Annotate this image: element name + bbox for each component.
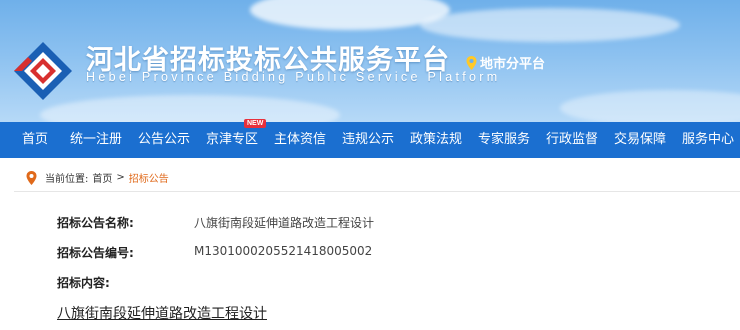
breadcrumb: 当前位置: 首页 > 招标公告 — [26, 170, 169, 185]
nav-item-service-center[interactable]: 服务中心 — [682, 122, 734, 158]
platform-logo[interactable] — [12, 40, 74, 102]
nav-item-supervision[interactable]: 行政监督 — [546, 122, 598, 158]
location-pin-icon — [26, 170, 37, 185]
nav-item-jingjin-zone[interactable]: 京津专区 NEW — [206, 119, 267, 158]
cloud-decoration — [420, 8, 680, 42]
nav-item-announcements[interactable]: 公告公示 — [138, 122, 190, 158]
new-badge: NEW — [244, 119, 267, 128]
notice-content-label: 招标内容: — [57, 276, 110, 290]
nav-item-guarantee[interactable]: 交易保障 — [614, 122, 666, 158]
notice-code-label: 招标公告编号: — [57, 246, 134, 260]
notice-content-title: 八旗街南段延伸道路改造工程设计 — [57, 306, 267, 322]
site-subtitle: Hebei Province Bidding Public Service Pl… — [86, 70, 501, 84]
notice-name-label: 招标公告名称: — [57, 216, 134, 230]
nav-item-label: 专家服务 — [478, 132, 531, 147]
nav-item-label: 统一注册 — [70, 132, 123, 147]
breadcrumb-home[interactable]: 首页 — [92, 170, 112, 185]
nav-item-label: 公告公示 — [138, 132, 191, 147]
nav-item-label: 政策法规 — [410, 132, 463, 147]
nav-item-label: 主体资信 — [274, 132, 327, 147]
cloud-decoration — [560, 90, 740, 122]
nav-item-label: 交易保障 — [614, 132, 667, 147]
breadcrumb-separator: > — [116, 172, 125, 183]
city-platform-link[interactable]: 地市分平台 — [466, 53, 545, 72]
nav-item-experts[interactable]: 专家服务 — [478, 122, 530, 158]
nav-item-label: 服务中心 — [682, 132, 735, 147]
header-banner: 河北省招标投标公共服务平台 Hebei Province Bidding Pub… — [0, 0, 740, 122]
nav-item-home[interactable]: 首页 — [22, 122, 48, 158]
notice-name-value: 八旗街南段延伸道路改造工程设计 — [194, 216, 375, 230]
nav-item-label: 首页 — [22, 132, 49, 147]
nav-item-credit[interactable]: 主体资信 — [274, 122, 326, 158]
notice-code-value: M1301000205521418005002 — [194, 244, 373, 258]
nav-item-register[interactable]: 统一注册 — [70, 122, 122, 158]
breadcrumb-current[interactable]: 招标公告 — [129, 170, 169, 185]
main-nav: 首页 统一注册 公告公示 京津专区 NEW 主体资信 违规公示 政策法规 专家服… — [0, 119, 740, 158]
nav-item-label: 京津专区 — [206, 132, 259, 147]
nav-item-label: 违规公示 — [342, 132, 395, 147]
city-platform-label: 地市分平台 — [480, 57, 546, 72]
nav-item-policy[interactable]: 政策法规 — [410, 122, 462, 158]
cloud-decoration — [40, 95, 340, 122]
breadcrumb-divider — [14, 191, 740, 192]
nav-item-violations[interactable]: 违规公示 — [342, 122, 394, 158]
nav-item-label: 行政监督 — [546, 132, 599, 147]
breadcrumb-prefix: 当前位置: — [45, 174, 89, 185]
location-pin-icon — [466, 55, 477, 70]
